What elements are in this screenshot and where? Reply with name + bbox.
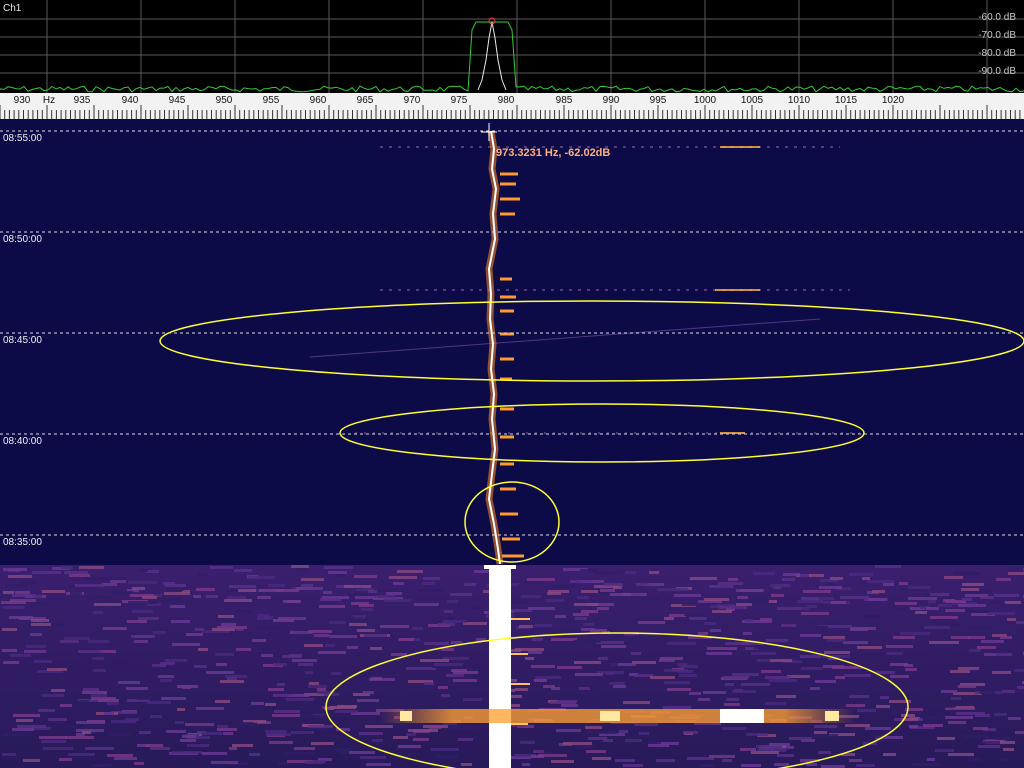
time-label: 08:55:00 <box>3 133 42 144</box>
time-label: 08:50:00 <box>3 234 42 245</box>
db-label: -60.0 dB <box>978 12 1016 23</box>
ruler-tick-label: 940 <box>121 95 139 106</box>
spectrum-gridlines <box>0 0 1024 93</box>
time-label: 08:35:00 <box>3 537 42 548</box>
carrier-side-dashes <box>500 172 524 558</box>
waterfall-canvas <box>0 123 1024 768</box>
signal-streaks <box>309 146 860 434</box>
ruler-tick-label: 980 <box>497 95 515 106</box>
ruler-tick-label: 985 <box>555 95 573 106</box>
db-label: -70.0 dB <box>978 30 1016 41</box>
ruler-tick-label: 955 <box>262 95 280 106</box>
spectrum-grid <box>0 0 1024 93</box>
ruler-tick-label: 930 <box>13 95 31 106</box>
highlight-ellipse-upper <box>159 300 1024 382</box>
frequency-ruler[interactable]: 930 Hz 935 940 945 950 955 960 965 970 9… <box>0 93 1024 119</box>
ruler-tick-label: 1000 <box>693 95 717 106</box>
ruler-tick-label: 975 <box>450 95 468 106</box>
ruler-tick-label: 1020 <box>881 95 905 106</box>
strong-carrier-cap <box>484 565 516 569</box>
ruler-tick-label: 945 <box>168 95 186 106</box>
channel-label: Ch1 <box>3 3 22 14</box>
ruler-tick-label: 1010 <box>787 95 811 106</box>
ruler-tick-label: 1005 <box>740 95 764 106</box>
spectrum-peak-trace <box>477 21 507 91</box>
strong-carrier-column <box>489 567 511 768</box>
spectrum-trace <box>0 21 1024 93</box>
ruler-tick-label: 990 <box>602 95 620 106</box>
time-label: 08:40:00 <box>3 436 42 447</box>
ruler-tick-label: 935 <box>73 95 91 106</box>
waterfall-display[interactable]: 973.3231 Hz, -62.02dB 08:55:00 08:50:00 … <box>0 119 1024 768</box>
ruler-unit-label: Hz <box>42 95 56 106</box>
db-label: -90.0 dB <box>978 66 1016 77</box>
ruler-tick-label: 1015 <box>834 95 858 106</box>
ruler-tick-label: 970 <box>403 95 421 106</box>
db-label: -80.0 dB <box>978 48 1016 59</box>
highlight-circle <box>464 481 560 563</box>
time-label: 08:45:00 <box>3 335 42 346</box>
ruler-tick-label: 995 <box>649 95 667 106</box>
ruler-tick-label: 965 <box>356 95 374 106</box>
spectrum-panel[interactable]: Ch1 -60.0 dB -70.0 dB -80.0 dB -90.0 dB <box>0 0 1024 93</box>
cursor-readout: 973.3231 Hz, -62.02dB <box>496 147 611 159</box>
ruler-tick-label: 960 <box>309 95 327 106</box>
time-gridlines <box>0 130 1024 536</box>
ruler-tick-label: 950 <box>215 95 233 106</box>
